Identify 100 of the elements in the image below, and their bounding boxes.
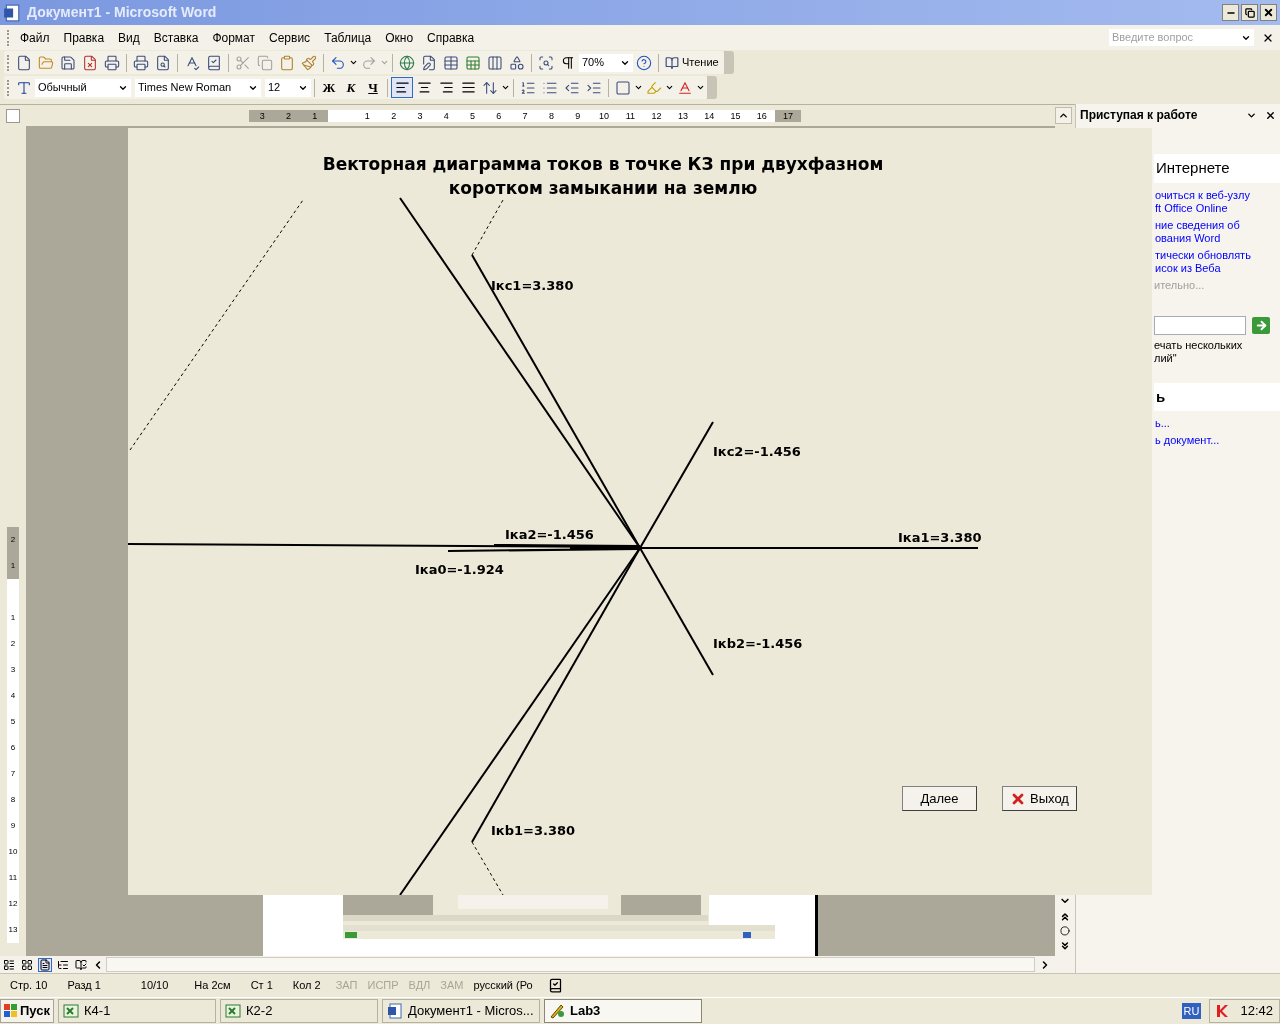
- line-spacing-icon[interactable]: [482, 79, 498, 96]
- vector-label: Iкс1=3.380: [491, 277, 574, 295]
- horizontal-scrollbar[interactable]: [106, 957, 1035, 972]
- word-app-icon: [3, 3, 21, 22]
- document-map-icon[interactable]: [538, 54, 554, 71]
- task-pane-title: Приступая к работе: [1080, 107, 1198, 124]
- close-pane-icon[interactable]: [1265, 109, 1276, 121]
- next-button[interactable]: Далее: [902, 786, 977, 811]
- status-field: Ст 1: [240, 977, 283, 994]
- next-page-icon[interactable]: [1059, 940, 1071, 952]
- menu-item[interactable]: Формат: [205, 28, 263, 47]
- vector-label: Iкb1=3.380: [491, 822, 576, 840]
- justify-icon: [460, 80, 476, 95]
- font-color-icon[interactable]: [677, 79, 693, 96]
- menu-item[interactable]: Правка: [56, 28, 112, 47]
- menu-item[interactable]: Таблица: [317, 28, 379, 47]
- permission-icon[interactable]: [82, 54, 98, 71]
- italic-button[interactable]: К: [340, 77, 362, 98]
- numbering-icon[interactable]: [520, 79, 536, 96]
- status-field: ЗАП: [330, 977, 363, 994]
- ruler-number: 2: [7, 527, 19, 553]
- vector-label: Iка2=-1.456: [505, 526, 594, 544]
- previous-page-icon[interactable]: [1059, 910, 1071, 923]
- print-icon[interactable]: [133, 54, 149, 71]
- insert-table-icon[interactable]: [443, 54, 459, 71]
- drawing-icon[interactable]: [509, 54, 525, 71]
- research-icon[interactable]: [206, 54, 222, 71]
- bold-button[interactable]: Ж: [318, 77, 340, 98]
- taskbar-button[interactable]: К4-1: [58, 999, 216, 1023]
- scroll-up-icon[interactable]: [1058, 110, 1069, 121]
- show-formatting-icon[interactable]: [560, 54, 576, 71]
- spreadsheet-icon: [225, 1003, 241, 1019]
- align-center-icon: [416, 80, 432, 95]
- status-field: Стр. 10: [0, 977, 58, 994]
- hyperlink-icon[interactable]: [399, 54, 415, 71]
- status-field: Разд 1: [57, 977, 111, 994]
- flag-icon: [4, 1004, 18, 1018]
- tab-selector[interactable]: [6, 108, 20, 123]
- taskbar-button[interactable]: Lab3: [544, 999, 702, 1023]
- reading-view-icon[interactable]: [75, 958, 87, 971]
- new-document-icon[interactable]: [16, 54, 32, 71]
- underline-button[interactable]: Ч: [362, 77, 384, 98]
- help-icon[interactable]: [636, 54, 652, 71]
- font-dropdown[interactable]: Times New Roman: [135, 78, 261, 97]
- tables-borders-icon[interactable]: [421, 54, 437, 71]
- vector-label: Iкb2=-1.456: [713, 635, 803, 653]
- help-question-field[interactable]: Введите вопрос: [1109, 29, 1254, 46]
- paste-icon[interactable]: [279, 54, 295, 71]
- reading-button[interactable]: Чтение: [662, 54, 722, 71]
- zoom-dropdown[interactable]: 70%: [579, 53, 633, 72]
- print-layout-icon[interactable]: [39, 958, 51, 971]
- status-field: ЗАМ: [435, 977, 469, 994]
- section-heading: ь: [1154, 382, 1280, 411]
- menu-item[interactable]: Окно: [378, 28, 421, 47]
- task-link[interactable]: очиться к веб-узлу ft Office Online: [1154, 188, 1280, 215]
- go-button[interactable]: [1252, 316, 1270, 334]
- browse-object-icon[interactable]: [1060, 926, 1070, 937]
- menu-item[interactable]: Вид: [111, 28, 147, 47]
- columns-icon[interactable]: [487, 54, 503, 71]
- language-indicator[interactable]: RU: [1181, 1002, 1202, 1020]
- task-link[interactable]: тически обновлять исок из Веба: [1154, 248, 1280, 275]
- ruler-number: 2: [275, 109, 302, 122]
- task-link[interactable]: ь документ...: [1154, 434, 1280, 447]
- normal-view-icon[interactable]: [3, 958, 15, 971]
- align-left-icon: [394, 80, 410, 95]
- insert-spreadsheet-icon[interactable]: [465, 54, 481, 71]
- clock: 12:42: [1240, 1002, 1273, 1021]
- format-painter-icon[interactable]: [301, 54, 317, 71]
- menu-item[interactable]: Файл: [13, 28, 57, 47]
- font-size-dropdown[interactable]: 12: [265, 78, 311, 97]
- task-link[interactable]: ь...: [1154, 417, 1280, 430]
- book-icon: [665, 55, 679, 70]
- menu-item[interactable]: Вставка: [146, 28, 206, 47]
- status-field: русский (Ро: [468, 977, 538, 994]
- ruler-number: 1: [7, 553, 19, 579]
- menu-item[interactable]: Справка: [420, 28, 482, 47]
- outline-view-icon[interactable]: [57, 958, 69, 971]
- taskbar-button[interactable]: Документ1 - Micros...: [382, 999, 540, 1023]
- document-icon: [387, 1003, 403, 1019]
- align-left-button[interactable]: [391, 77, 413, 98]
- undo-icon[interactable]: [330, 54, 346, 71]
- web-view-icon[interactable]: [21, 958, 33, 971]
- menu-item[interactable]: Сервис: [262, 28, 318, 47]
- styles-icon[interactable]: [16, 79, 32, 96]
- task-link[interactable]: ние сведения об ования Word: [1154, 218, 1280, 245]
- save-icon[interactable]: [60, 54, 76, 71]
- antivirus-icon[interactable]: [1216, 1004, 1231, 1018]
- taskbar-button[interactable]: К2-2: [220, 999, 378, 1023]
- start-button[interactable]: Пуск: [0, 999, 54, 1023]
- spreadsheet-icon: [63, 1003, 79, 1019]
- search-hint: ечать нескольких лий": [1154, 338, 1244, 365]
- search-field[interactable]: [1154, 315, 1246, 335]
- print-preview-icon[interactable]: [155, 54, 171, 71]
- ruler-number: 3: [249, 109, 276, 122]
- style-dropdown[interactable]: Обычный: [35, 78, 131, 97]
- spelling-icon[interactable]: [184, 54, 200, 71]
- diagram-title: Векторная диаграмма токов в точке КЗ при двухфазном коротком замыкании на землю: [321, 153, 885, 200]
- status-field: Кол 2: [282, 977, 331, 994]
- exit-button[interactable]: Выход: [1002, 786, 1077, 811]
- status-field: На 2см: [184, 977, 241, 994]
